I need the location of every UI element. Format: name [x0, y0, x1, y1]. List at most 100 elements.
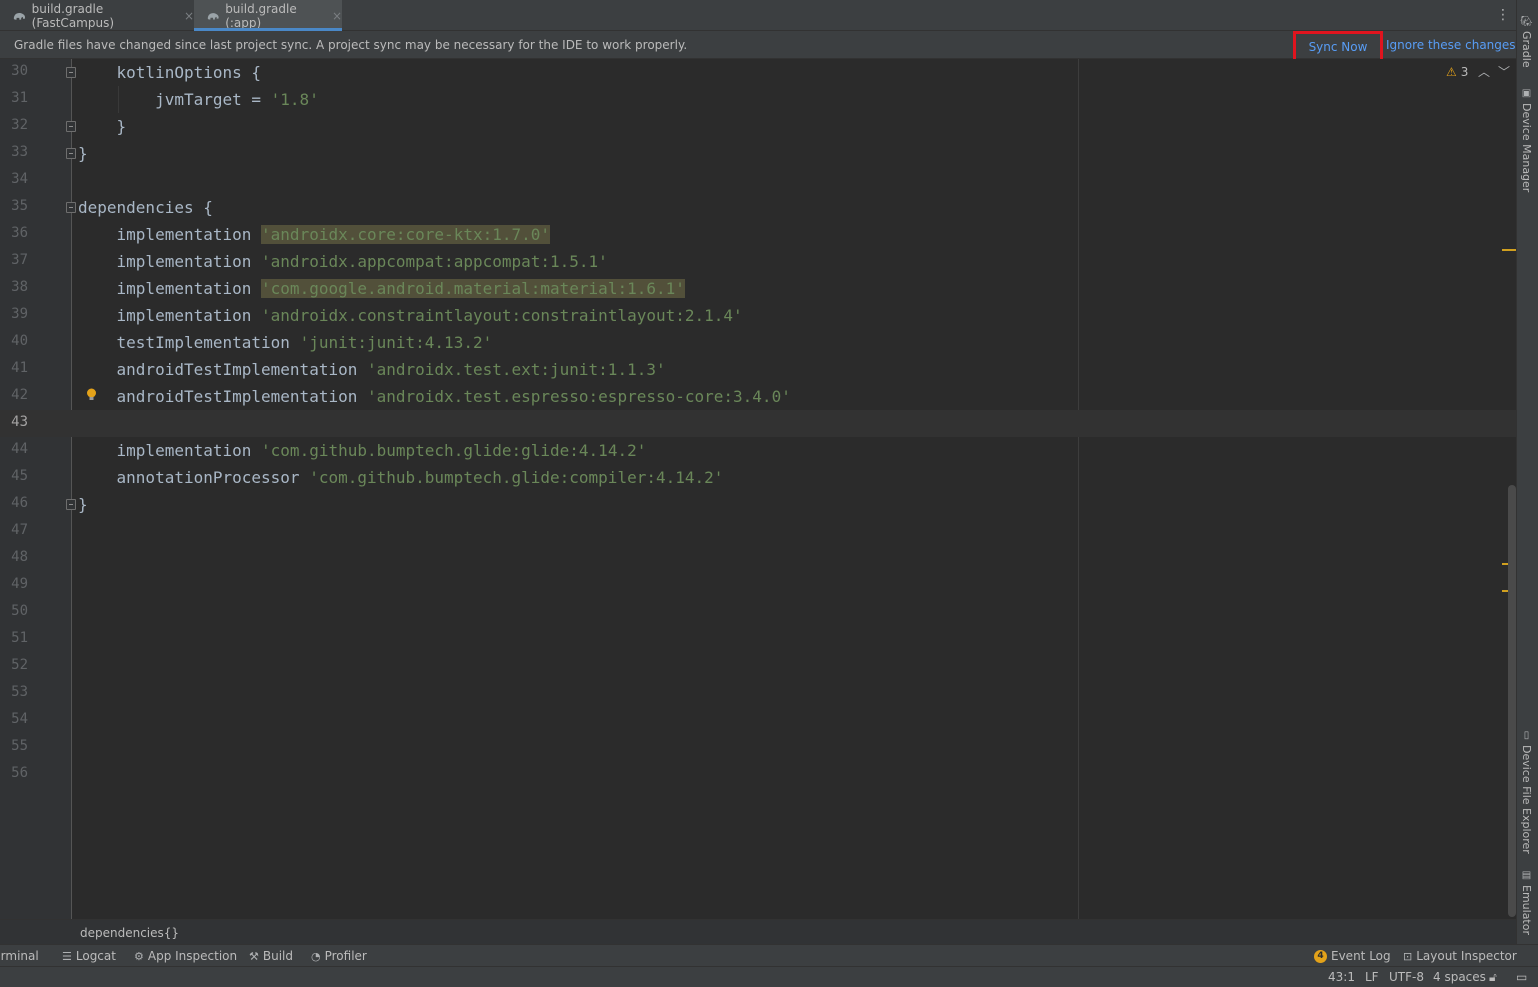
code-line[interactable]: 40 testImplementation 'junit:junit:4.13.… — [0, 329, 1516, 356]
ignore-changes-link[interactable]: Ignore these changes — [1386, 38, 1516, 52]
terminal-tool-button[interactable]: Terminal — [0, 949, 39, 963]
device-file-explorer-tool-button[interactable]: ▯ Device File Explorer — [1520, 730, 1533, 854]
chevron-down-icon[interactable]: ﹀ — [1498, 63, 1510, 80]
code-token: androidTestImplementation — [78, 387, 367, 406]
code-text: jvmTarget = '1.8' — [78, 86, 319, 113]
file-encoding[interactable]: UTF-8 — [1389, 970, 1424, 984]
event-count-badge: 4 — [1314, 949, 1327, 963]
event-log-tool-button[interactable]: 4 Event Log — [1314, 949, 1391, 963]
fold-marker-icon[interactable] — [66, 202, 76, 213]
warning-count: 3 — [1460, 65, 1469, 79]
gradle-elephant-icon — [207, 12, 219, 20]
code-line[interactable]: 39 implementation 'androidx.constraintla… — [0, 302, 1516, 329]
warning-icon: ⚠ — [1446, 65, 1457, 79]
fold-marker-icon[interactable] — [66, 67, 76, 78]
line-number: 39 — [11, 306, 28, 322]
code-line[interactable]: 53 — [0, 680, 1516, 707]
code-line[interactable]: 36 implementation 'androidx.core:core-kt… — [0, 221, 1516, 248]
line-number: 37 — [11, 252, 28, 268]
tab-build-gradle-project[interactable]: build.gradle (FastCampus) × — [0, 0, 194, 31]
line-number: 44 — [11, 441, 28, 457]
tab-label: build.gradle (FastCampus) — [31, 1, 115, 30]
code-text: } — [78, 140, 88, 167]
device-manager-tool-button[interactable]: ▣ Device Manager — [1520, 88, 1533, 192]
line-number: 52 — [11, 657, 28, 673]
more-tabs-icon[interactable]: ⋮ — [1496, 7, 1510, 23]
line-number: 32 — [11, 117, 28, 133]
gradle-elephant-icon — [13, 12, 26, 20]
code-token: testImplementation — [78, 333, 300, 352]
code-line[interactable]: 55 — [0, 734, 1516, 761]
string-literal: 'androidx.core:core-ktx:1.7.0' — [261, 225, 551, 244]
app-inspection-tool-button[interactable]: ⚙ App Inspection — [134, 949, 237, 963]
line-number: 51 — [11, 630, 28, 646]
code-line[interactable]: 31 jvmTarget = '1.8' — [0, 86, 1516, 113]
code-line[interactable]: 51 — [0, 626, 1516, 653]
code-line[interactable]: 35 dependencies { — [0, 194, 1516, 221]
code-line[interactable]: 54 — [0, 707, 1516, 734]
code-line[interactable]: 44 implementation 'com.github.bumptech.g… — [0, 437, 1516, 464]
logcat-label: Logcat — [75, 949, 116, 963]
code-line[interactable]: 50 — [0, 599, 1516, 626]
code-line[interactable]: 37 implementation 'androidx.appcompat:ap… — [0, 248, 1516, 275]
line-number: 43 — [11, 414, 28, 430]
notification-message: Gradle files have changed since last pro… — [14, 38, 688, 52]
close-icon[interactable]: × — [184, 9, 194, 23]
code-token: } — [78, 117, 127, 136]
logcat-tool-button[interactable]: ☰ Logcat — [62, 949, 116, 963]
code-line[interactable]: 48 — [0, 545, 1516, 572]
string-literal: 'androidx.test.ext:junit:1.1.3' — [366, 360, 666, 379]
code-line[interactable]: 56 — [0, 761, 1516, 788]
emulator-icon: ▤ — [1521, 870, 1532, 881]
device-manager-icon: ▣ — [1521, 88, 1532, 99]
close-icon[interactable]: × — [332, 9, 342, 23]
code-line[interactable]: 34 — [0, 167, 1516, 194]
device-icon: ▯ — [1521, 730, 1532, 741]
code-line[interactable]: 46} — [0, 491, 1516, 518]
indent-setting[interactable]: 4 spaces — [1433, 970, 1486, 984]
code-line[interactable]: 42 androidTestImplementation 'androidx.t… — [0, 383, 1516, 410]
code-line[interactable]: 41 androidTestImplementation 'androidx.t… — [0, 356, 1516, 383]
notifications-icon[interactable]: ▭ — [1516, 970, 1527, 984]
emulator-label: Emulator — [1520, 885, 1533, 935]
code-text: kotlinOptions { — [78, 59, 262, 86]
chevron-up-icon[interactable]: ︿ — [1478, 63, 1490, 80]
status-bar: 43:1 LF UTF-8 4 spaces 🔓︎ ▭ — [0, 966, 1538, 987]
code-line[interactable]: 49 — [0, 572, 1516, 599]
line-number: 31 — [11, 90, 28, 106]
code-line[interactable]: 30 kotlinOptions { — [0, 59, 1516, 86]
code-line[interactable]: 45 annotationProcessor 'com.github.bumpt… — [0, 464, 1516, 491]
code-editor[interactable]: 30 kotlinOptions {31 jvmTarget = '1.8' 32… — [0, 59, 1516, 919]
inspection-widget[interactable]: ⚠ 3 — [1446, 65, 1468, 79]
line-separator[interactable]: LF — [1365, 970, 1379, 984]
line-number: 54 — [11, 711, 28, 727]
layout-inspector-tool-button[interactable]: ⊡ Layout Inspector — [1403, 949, 1517, 963]
code-token: jvmTarget = — [78, 90, 271, 109]
code-line[interactable]: 47 — [0, 518, 1516, 545]
line-number: 53 — [11, 684, 28, 700]
string-literal: 'junit:junit:4.13.2' — [299, 333, 493, 352]
warning-stripe-mark[interactable] — [1502, 249, 1516, 251]
device-manager-label: Device Manager — [1520, 103, 1533, 193]
vertical-scrollbar[interactable] — [1508, 485, 1516, 917]
build-tool-button[interactable]: ⚒ Build — [249, 949, 293, 963]
code-line[interactable]: 32 } — [0, 113, 1516, 140]
app-inspection-label: App Inspection — [147, 949, 238, 963]
caret-position[interactable]: 43:1 — [1328, 970, 1355, 984]
code-line[interactable]: 38 implementation 'com.google.android.ma… — [0, 275, 1516, 302]
tab-build-gradle-app[interactable]: build.gradle (:app) × — [194, 0, 342, 31]
code-line[interactable]: 33} — [0, 140, 1516, 167]
emulator-tool-button[interactable]: ▤ Emulator — [1520, 870, 1533, 935]
profiler-tool-button[interactable]: ◔ Profiler — [311, 949, 367, 963]
fold-marker-icon[interactable] — [66, 121, 76, 132]
unlock-icon[interactable]: 🔓︎ — [1489, 970, 1497, 985]
fold-marker-icon[interactable] — [66, 148, 76, 159]
code-line[interactable]: 52 — [0, 653, 1516, 680]
fold-marker-icon[interactable] — [66, 499, 76, 510]
code-token: } — [78, 495, 88, 514]
line-number: 41 — [11, 360, 28, 376]
gradle-tool-button[interactable]: 🐘︎ Gradle — [1520, 14, 1533, 67]
code-token: kotlinOptions { — [78, 63, 262, 82]
code-line[interactable]: 43 — [0, 410, 1516, 437]
breadcrumb[interactable]: dependencies{} — [80, 926, 179, 940]
